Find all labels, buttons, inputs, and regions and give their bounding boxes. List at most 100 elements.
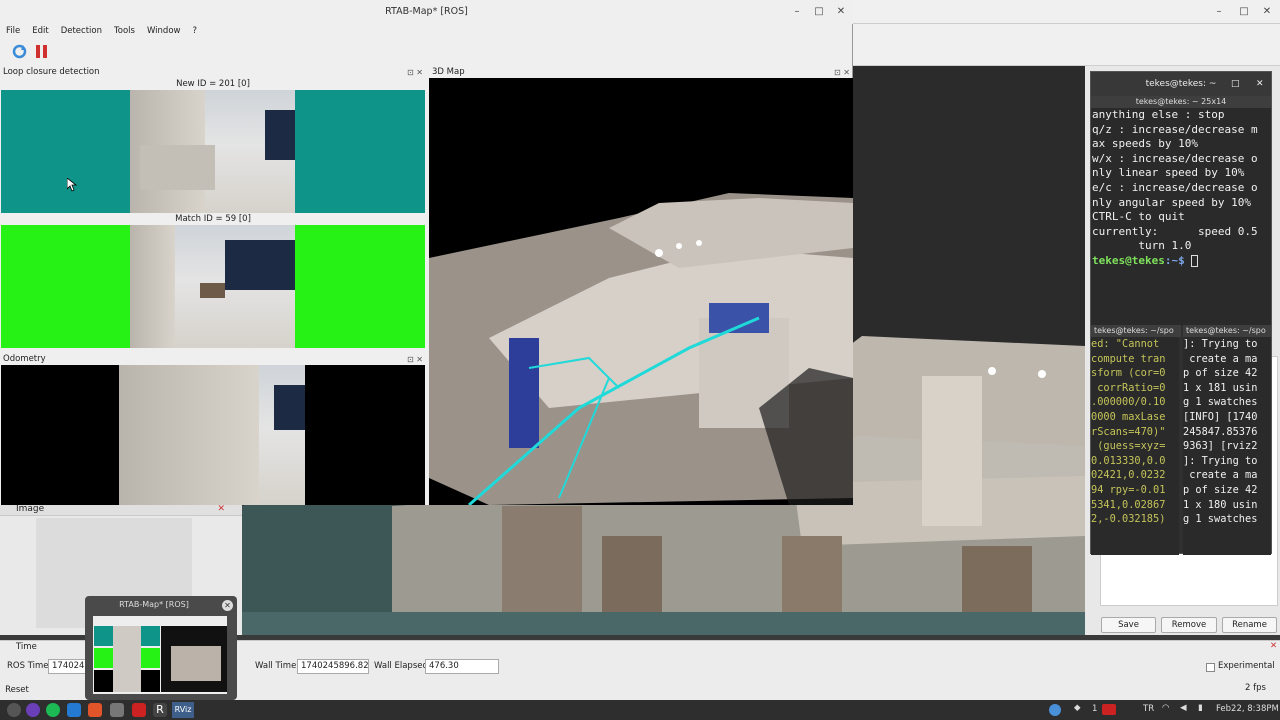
pause-icon[interactable] — [34, 44, 49, 59]
terminal-line: p of size 42 — [1183, 483, 1258, 496]
save-button[interactable]: Save — [1101, 617, 1156, 633]
minimize-icon[interactable]: – — [790, 5, 804, 19]
terminal-pane-1[interactable]: anything else : stop q/z : increase/decr… — [1091, 108, 1271, 326]
window-title: RTAB-Map* [ROS] — [385, 6, 468, 17]
map-title: 3D Map — [432, 67, 465, 77]
menu-file[interactable]: File — [0, 24, 26, 39]
terminal-line: 245847.85376 — [1183, 425, 1258, 438]
rtabmap-titlebar: RTAB-Map* [ROS] – □ ✕ — [0, 0, 853, 24]
terminal-line: [INFO] [1740 — [1183, 410, 1258, 423]
experimental-checkbox[interactable] — [1206, 663, 1215, 672]
preview-title: RTAB-Map* [ROS] — [119, 600, 189, 609]
map-header: 3D Map ⊡ ✕ — [429, 66, 853, 78]
wall-time-field[interactable]: 1740245896.82 — [297, 659, 369, 674]
maximize-icon[interactable]: □ — [812, 5, 826, 19]
browser-icon[interactable] — [26, 703, 40, 717]
terminal-line: nly linear speed by 10% — [1092, 166, 1245, 180]
terminal-title: tekes@tekes: ~ — [1145, 79, 1217, 89]
reset-button[interactable]: Reset — [2, 683, 32, 699]
terminal-line: ]: Trying to — [1183, 338, 1258, 350]
close-icon[interactable]: ✕ — [1270, 639, 1277, 654]
terminal-pane-3[interactable]: ]: Trying to create a ma p of size 42 1 … — [1183, 337, 1271, 555]
terminal-tab-3[interactable]: tekes@tekes: ~/spo — [1183, 325, 1271, 337]
maximize-icon[interactable]: □ — [1231, 72, 1240, 96]
ros-time-label: ROS Time: — [7, 661, 52, 671]
wifi-icon[interactable]: ◠ — [1162, 703, 1169, 713]
loop-closure-header: Loop closure detection ⊡ ✕ — [0, 66, 426, 78]
close-icon[interactable]: ✕ — [1260, 5, 1274, 19]
clock[interactable]: Feb22, 8:38PM — [1216, 704, 1279, 714]
terminal-line: sform (cor=0 — [1091, 367, 1166, 380]
window-preview[interactable]: RTAB-Map* [ROS] ✕ — [85, 596, 237, 700]
battery-icon[interactable]: ▮ — [1198, 703, 1203, 713]
terminal-tab[interactable]: tekes@tekes: ~ 25x14 — [1091, 96, 1271, 108]
terminal-line: 2,-0.032185) — [1091, 513, 1166, 526]
brave-icon[interactable] — [88, 703, 102, 717]
new-id-label: New ID = 201 [0] — [176, 79, 250, 89]
keyboard-layout[interactable]: TR — [1143, 704, 1154, 714]
terminal-line: g 1 swatches — [1183, 396, 1258, 409]
odometry-header: Odometry ⊡ ✕ — [0, 353, 426, 365]
close-icon[interactable]: ✕ — [1256, 72, 1264, 96]
terminal-line: 0.013330,0.0 — [1091, 454, 1166, 467]
ros-time-field[interactable]: 1740245 — [48, 659, 90, 674]
rename-button[interactable]: Rename — [1222, 617, 1277, 633]
terminal-line: 5341,0.02867 — [1091, 498, 1166, 511]
terminal-line: turn 1.0 — [1092, 239, 1192, 253]
rviz-taskbar-item[interactable]: RViz — [172, 702, 194, 718]
terminal-line: nly angular speed by 10% — [1092, 195, 1251, 209]
maximize-icon[interactable]: □ — [1237, 5, 1251, 19]
terminal-line: corrRatio=0 — [1091, 381, 1166, 394]
rtabmap-icon[interactable]: R — [153, 703, 167, 717]
volume-icon[interactable]: ◀ — [1180, 703, 1187, 713]
terminal-line: create a ma — [1183, 352, 1258, 365]
terminal-prompt: tekes@tekes:~$ — [1092, 254, 1271, 269]
menu-edit[interactable]: Edit — [26, 24, 54, 39]
fps-label: 2 fps — [1245, 683, 1266, 693]
menu-tools[interactable]: Tools — [108, 24, 141, 39]
dock-buttons-icon[interactable]: ⊡ ✕ — [407, 67, 423, 79]
refresh-icon[interactable] — [12, 44, 27, 59]
package-icon[interactable] — [110, 703, 124, 717]
terminal-line: p of size 42 — [1183, 367, 1258, 380]
terminal-line: 0000 maxLase — [1091, 410, 1166, 423]
close-icon[interactable]: ✕ — [834, 5, 848, 19]
app-menu-icon[interactable] — [7, 703, 21, 717]
match-id-label: Match ID = 59 [0] — [175, 214, 251, 224]
vscode-icon[interactable] — [67, 703, 81, 717]
menu-window[interactable]: Window — [141, 24, 187, 39]
preview-thumbnail — [93, 616, 227, 694]
info-icon[interactable] — [1049, 704, 1061, 716]
terminal-pane-2[interactable]: ed: "Cannot compute tran sform (cor=0 co… — [1091, 337, 1179, 555]
map-3d-view[interactable] — [429, 78, 853, 505]
terminal-line: currently: speed 0.5 — [1092, 224, 1258, 238]
remove-button[interactable]: Remove — [1161, 617, 1217, 633]
terminal-line: q/z : increase/decrease m — [1092, 122, 1258, 136]
terminal-line: (guess=xyz= — [1091, 440, 1166, 453]
terminal-line: compute tran — [1091, 352, 1166, 365]
menu-detection[interactable]: Detection — [55, 24, 108, 39]
recording-icon[interactable] — [1102, 704, 1116, 715]
terminal-line: ]: Trying to — [1183, 454, 1258, 467]
loop-closure-title: Loop closure detection — [3, 67, 100, 77]
experimental-label: Experimental — [1218, 661, 1275, 671]
spotify-icon[interactable] — [46, 703, 60, 717]
new-id-camera-image — [130, 90, 295, 213]
terminal-line: create a ma — [1183, 469, 1258, 482]
rviz-titlebar: – □ ✕ — [852, 0, 1280, 24]
terminal-tab-2[interactable]: tekes@tekes: ~/spo — [1091, 325, 1181, 337]
wall-elapsed-field[interactable]: 476.30 — [425, 659, 499, 674]
wall-elapsed-label: Wall Elapsed: — [374, 661, 431, 671]
terminal-titlebar: tekes@tekes: ~ □ ✕ — [1091, 72, 1271, 96]
terminal-line: ax speeds by 10% — [1092, 137, 1198, 151]
terminal-line: 9363] [rviz2 — [1183, 440, 1258, 453]
terminal-line: 02421,0.0232 — [1091, 469, 1166, 482]
recorder-icon[interactable] — [132, 703, 146, 717]
minimize-icon[interactable]: – — [1212, 5, 1226, 19]
menu-help[interactable]: ? — [186, 24, 203, 39]
match-id-camera-image — [130, 225, 295, 348]
notification-icon[interactable]: ◆ — [1074, 703, 1081, 713]
close-icon[interactable]: ✕ — [222, 600, 233, 611]
terminal-line: rScans=470)" — [1091, 425, 1166, 438]
mouse-cursor-icon — [66, 177, 78, 195]
